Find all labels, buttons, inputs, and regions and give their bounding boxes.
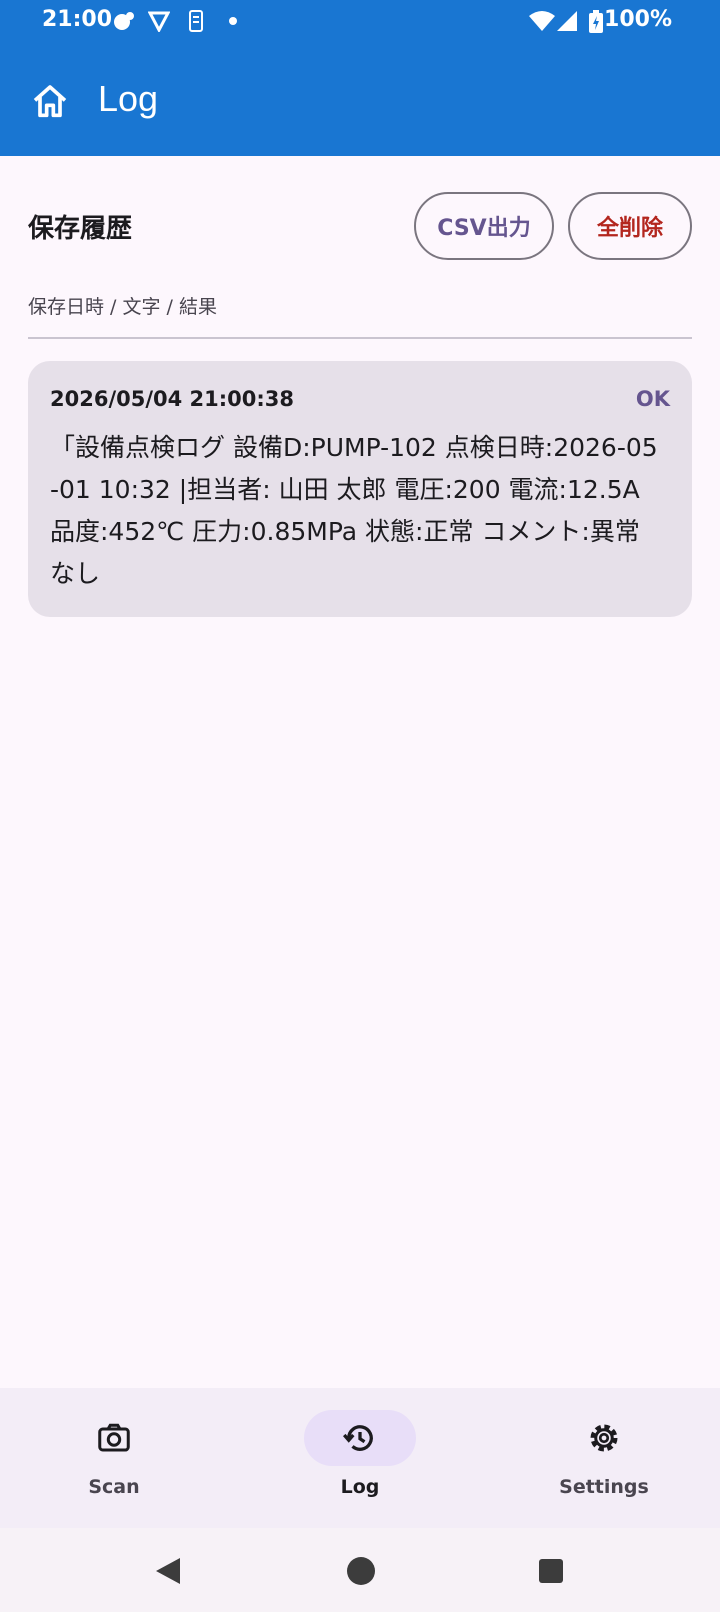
nav-label-scan: Scan <box>88 1476 140 1498</box>
log-entry-date: 2026/05/04 21:00:38 <box>50 387 295 411</box>
nav-item-log[interactable]: Log <box>260 1388 460 1528</box>
battery-icon <box>589 10 603 33</box>
bottom-navigation: Scan Log Settings <box>0 1388 720 1528</box>
app-bar: 21:00 100% Log <box>0 0 720 156</box>
log-entry-card[interactable]: 2026/05/04 21:00:38 OK 「設備点検ログ 設備D:PUMP-… <box>28 361 692 617</box>
log-entry-text: 「設備点検ログ 設備D:PUMP-102 点検日時:2026-05-01 10:… <box>50 433 658 588</box>
battery-percent: 100% <box>604 7 672 32</box>
camera-icon <box>98 1423 130 1452</box>
home-icon[interactable] <box>30 82 70 122</box>
column-header: 保存日時 / 文字 / 結果 <box>28 296 217 318</box>
section-title: 保存履歴 <box>28 214 133 244</box>
nav-label-log: Log <box>340 1476 380 1498</box>
nav-label-settings: Settings <box>559 1476 649 1498</box>
status-bar: 21:00 100% <box>0 0 720 44</box>
nav-item-scan[interactable]: Scan <box>14 1388 214 1528</box>
status-time: 21:00 <box>42 7 113 32</box>
sim-icon <box>189 10 203 32</box>
gear-icon <box>590 1424 618 1452</box>
log-entry-status: OK <box>635 387 670 411</box>
back-icon[interactable] <box>154 1556 182 1586</box>
recents-icon[interactable] <box>538 1558 564 1584</box>
home-circle-icon[interactable] <box>346 1556 376 1586</box>
delete-all-button[interactable]: 全削除 <box>568 192 692 260</box>
dot-icon <box>229 17 237 25</box>
vpn-icon <box>148 11 170 32</box>
signal-icon <box>557 11 577 31</box>
notification-icon <box>114 12 134 30</box>
divider <box>28 337 692 339</box>
system-navigation-bar <box>0 1528 720 1612</box>
page-title: Log <box>98 78 159 119</box>
csv-export-button[interactable]: CSV出力 <box>414 192 554 260</box>
wifi-icon <box>529 11 555 31</box>
history-icon <box>342 1425 373 1451</box>
nav-item-settings[interactable]: Settings <box>504 1388 704 1528</box>
